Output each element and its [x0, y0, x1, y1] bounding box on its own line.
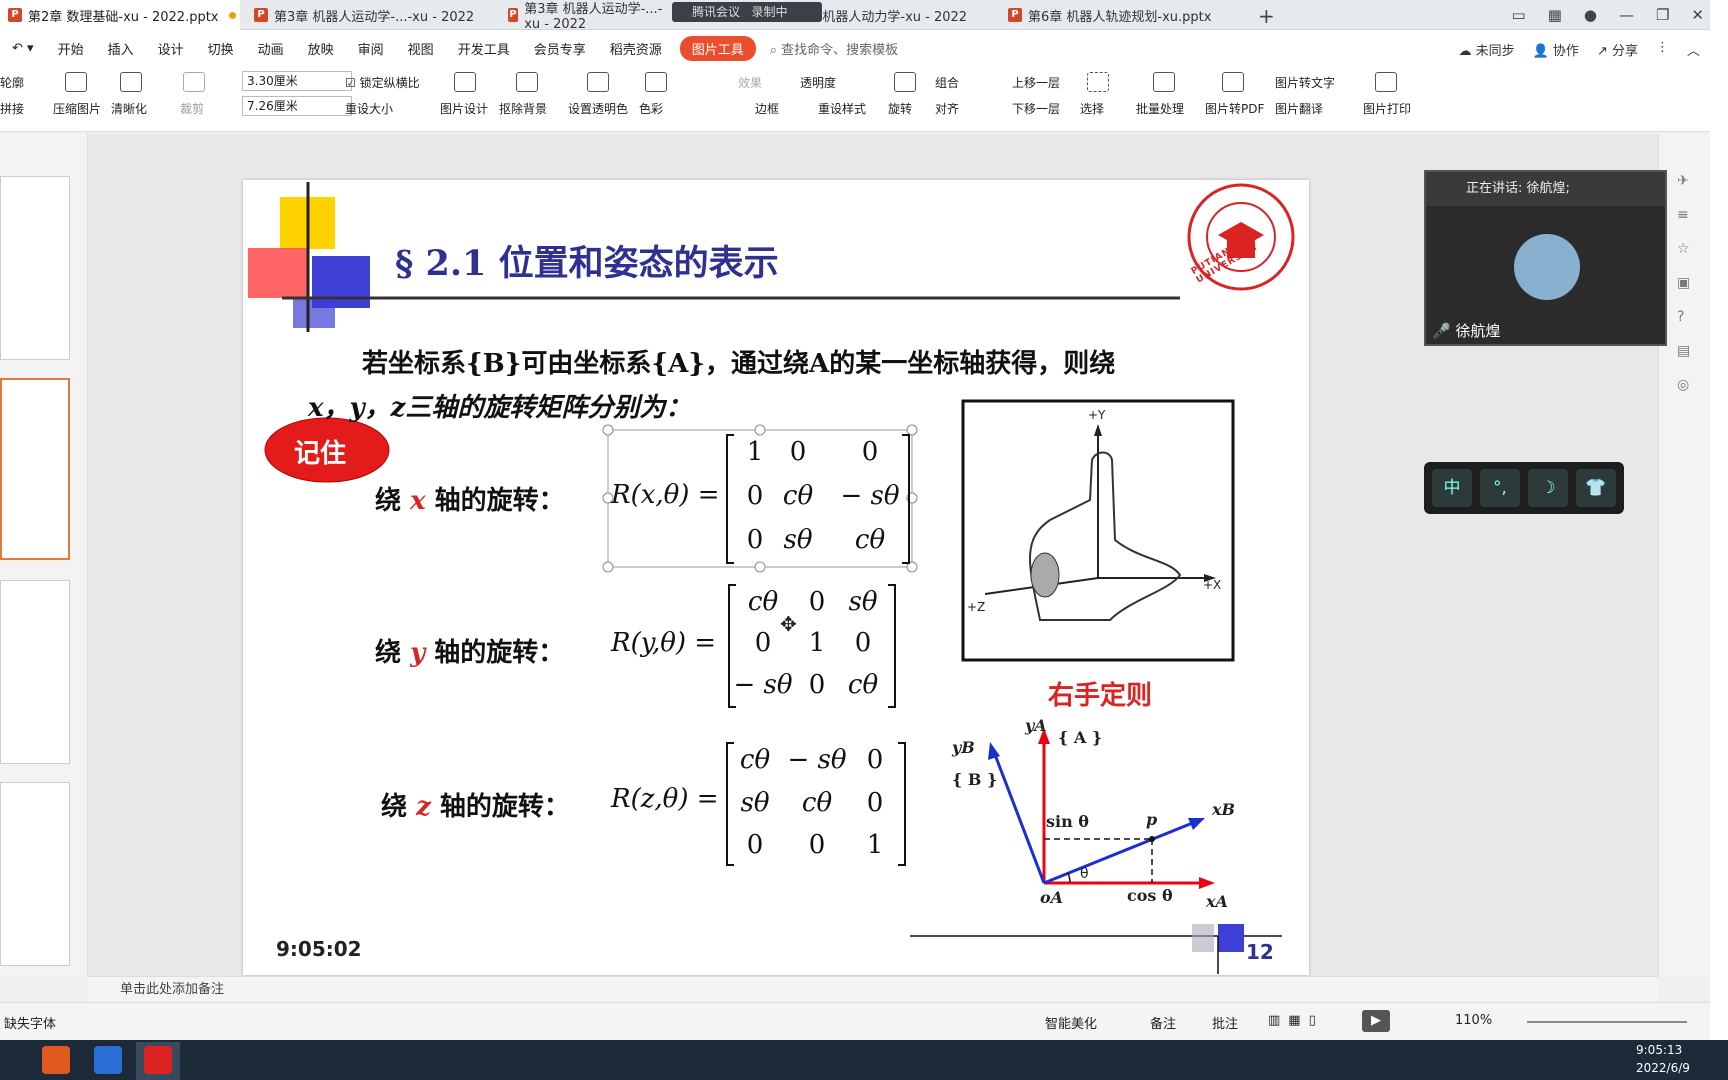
matrix-cell: cθ [854, 525, 886, 555]
rot-axis: y [410, 638, 426, 668]
rot-axis: z [416, 792, 431, 822]
hand-caption: 右手定则 [1048, 681, 1153, 711]
avatar [1514, 234, 1580, 300]
label-p: p [1146, 810, 1158, 829]
participant-name-text: 徐航煌 [1455, 322, 1501, 340]
deco-red [248, 248, 308, 298]
notes-bar[interactable]: 单击此处添加备注 [88, 976, 1658, 1002]
matrix-cell: 0 [854, 628, 872, 658]
participant-name: 🎤 徐航煌 [1432, 322, 1501, 340]
play-button[interactable]: ▶ [1362, 1010, 1390, 1032]
label-oa: oA [1040, 888, 1064, 907]
slide-page-number: 12 [1246, 940, 1274, 964]
rot-post: 轴的旋转： [434, 638, 565, 668]
matrix-cell: sθ [740, 788, 770, 818]
comments-button[interactable]: 批注 [1212, 1013, 1238, 1032]
taskbar: 9:05:13 2022/6/9 [0, 1040, 1728, 1080]
matrix-cell: 0 [866, 788, 884, 818]
ime-skin-button[interactable]: 👕 [1576, 469, 1616, 507]
zoom-level[interactable]: 110% [1455, 1013, 1492, 1028]
hand-label-y: +Y [1088, 408, 1106, 422]
rot-pre: 绕 [375, 486, 402, 516]
rot-pre: 绕 [375, 638, 402, 668]
slide-clock: 9:05:02 [276, 937, 362, 961]
deco-blue-2 [293, 298, 335, 328]
smart-beautify-button[interactable]: 智能美化 [1045, 1013, 1097, 1032]
ime-punctuation-button[interactable]: °, [1480, 469, 1520, 507]
label-frame-b: { B } [952, 770, 998, 789]
rotation-z-lhs: R(z,θ) = [611, 784, 719, 814]
diagram-yb-axis [992, 751, 1046, 884]
label-ya: yA [1025, 716, 1047, 735]
rot-pre: 绕 [381, 792, 408, 822]
notes-placeholder: 单击此处添加备注 [120, 982, 225, 997]
label-cos: cos θ [1127, 886, 1173, 905]
label-xb: xB [1212, 800, 1236, 819]
hand-label-x: +X [1203, 578, 1222, 592]
rotation-x-label: 绕 x 轴的旋转： [375, 480, 565, 517]
wps-icon [144, 1046, 172, 1074]
view-mode-icons[interactable]: ▥▦▯ [1268, 1013, 1324, 1028]
rotation-z-matrix[interactable]: cθ − sθ 0 sθ cθ 0 0 0 1 [726, 742, 906, 866]
mouse-cursor-icon: ✥ [780, 612, 797, 636]
label-frame-a: { A } [1058, 728, 1103, 747]
rotation-x-lhs: R(x,θ) = [611, 480, 720, 510]
status-bar: 缺失字体 智能美化 备注 批注 ▥▦▯ ▶ 110% [0, 1002, 1710, 1040]
label-yb: yB [952, 738, 975, 757]
notes-toggle-button[interactable]: 备注 [1150, 1013, 1176, 1032]
rotation-y-lhs: R(y,θ) = [611, 628, 717, 658]
label-theta: θ [1080, 866, 1089, 882]
label-xa: xA [1206, 892, 1228, 911]
video-window[interactable]: 正在讲话: 徐航煌; 🎤 徐航煌 [1424, 170, 1667, 346]
matrix-cell: 1 [866, 830, 884, 860]
rotation-y-label: 绕 y 轴的旋转： [375, 632, 564, 669]
rot-post: 轴的旋转： [434, 486, 565, 516]
matrix-cell: 0 [789, 437, 807, 467]
diagram-xb-axis [1043, 820, 1196, 885]
matrix-cell: 0 [861, 437, 879, 467]
rotation-y-matrix[interactable]: cθ 0 sθ 0 1 0 − sθ 0 cθ [728, 584, 896, 708]
matrix-cell: − sθ [840, 481, 900, 511]
rot-post: 轴的旋转： [439, 792, 570, 822]
taskbar-date: 2022/6/9 [1636, 1061, 1690, 1075]
slide-paragraph-2: x，y，z三轴的旋转矩阵分别为： [308, 393, 692, 423]
matrix-cell: cθ [739, 745, 771, 775]
label-sin: sin θ [1046, 812, 1089, 831]
hand-label-z: +Z [967, 600, 986, 614]
matrix-cell: sθ [848, 587, 878, 617]
speaking-indicator: 正在讲话: 徐航煌; [1426, 172, 1665, 206]
matrix-cell: cθ [782, 481, 814, 511]
slide-title: § 2.1 位置和姿态的表示 [395, 243, 779, 284]
window-edge [1710, 0, 1728, 1040]
remember-badge: 记住 [294, 439, 347, 469]
matrix-cell: 0 [866, 745, 884, 775]
zoom-slider[interactable] [1527, 1021, 1687, 1023]
ime-chinese-button[interactable]: 中 [1432, 469, 1472, 507]
matrix-cell: 0 [746, 830, 764, 860]
rotation-z-label: 绕 z 轴的旋转： [381, 786, 570, 823]
ime-toolbar: 中 °, ☽ 👕 [1424, 462, 1624, 514]
rotation-x-matrix[interactable]: 1 0 0 0 cθ − sθ 0 sθ cθ [726, 434, 910, 564]
slide-paragraph-1: 若坐标系{B}可由坐标系{A}，通过绕A的某一坐标轴获得，则绕 [362, 349, 1116, 379]
app-icon[interactable] [42, 1046, 70, 1074]
app-icon[interactable] [94, 1046, 122, 1074]
matrix-cell: sθ [783, 525, 813, 555]
ime-night-button[interactable]: ☽ [1528, 469, 1568, 507]
matrix-cell: cθ [847, 670, 879, 700]
missing-font-status[interactable]: 缺失字体 [4, 1013, 56, 1032]
rot-axis: x [410, 486, 426, 516]
taskbar-time: 9:05:13 [1636, 1043, 1683, 1057]
